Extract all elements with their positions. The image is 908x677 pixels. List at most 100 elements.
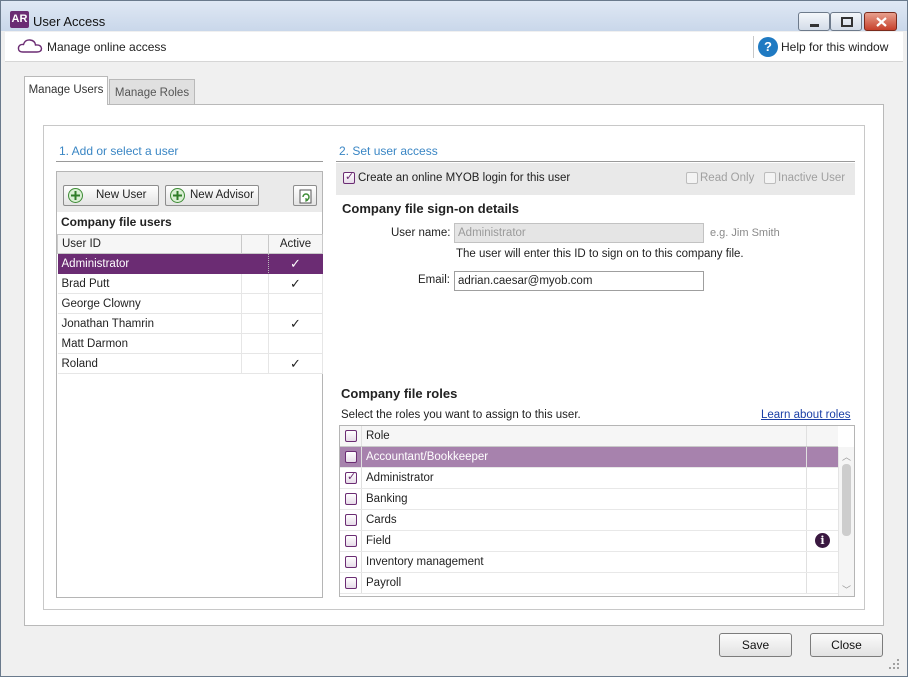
blank-cell [241,333,269,354]
close-window-button[interactable] [864,12,897,31]
email-label: Email: [418,274,450,286]
plus-icon [68,188,83,203]
table-row[interactable]: George Clowny [57,293,323,314]
new-user-button[interactable]: New User [63,185,159,206]
blank-cell [241,253,269,274]
role-checkbox[interactable] [345,514,357,526]
action-bar: Manage online access ? Help for this win… [5,32,903,62]
role-column-header[interactable]: Role [366,430,390,442]
blank-cell [241,273,269,294]
info-cell [806,468,838,488]
table-row[interactable]: Brad Putt ✓ [57,273,323,294]
maximize-button[interactable] [830,12,862,31]
role-checkbox[interactable] [345,493,357,505]
active-check: ✓ [268,273,323,294]
roles-table-header: Role [340,426,838,447]
role-checkbox[interactable] [345,556,357,568]
table-row[interactable]: Administrator ✓ [57,253,323,274]
role-name: Accountant/Bookkeeper [366,451,489,463]
signon-details-heading: Company file sign-on details [342,201,519,216]
username-input[interactable] [454,223,704,243]
refresh-users-button[interactable] [293,185,317,206]
check-cell [340,447,362,467]
username-label: User name: [391,227,451,239]
close-icon [876,17,887,27]
refresh-icon [299,189,312,204]
scrollbar-thumb[interactable] [842,464,851,536]
list-item[interactable]: Banking [340,489,838,510]
list-item[interactable]: Cards [340,510,838,531]
list-item[interactable]: Inventory management [340,552,838,573]
role-checkbox[interactable] [345,451,357,463]
learn-about-roles-link[interactable]: Learn about roles [761,409,851,421]
list-item[interactable]: Accountant/Bookkeeper [340,447,838,468]
set-user-access-heading: 2. Set user access [339,144,438,158]
table-row[interactable]: Matt Darmon [57,333,323,354]
scroll-down-icon[interactable]: ﹀ [842,583,851,596]
info-cell [806,510,838,530]
company-file-users-heading: Company file users [61,215,172,229]
list-item[interactable]: Payroll [340,573,838,594]
plus-icon [170,188,185,203]
user-id-column-header[interactable]: User ID [57,234,242,254]
check-cell: ✓ [340,468,362,488]
header-info-cell [806,426,838,446]
check-cell [340,510,362,530]
info-cell [806,447,838,467]
add-select-user-heading: 1. Add or select a user [59,144,179,158]
role-checkbox[interactable] [345,535,357,547]
list-item[interactable]: ✓ Administrator [340,468,838,489]
help-for-this-window-link[interactable]: Help for this window [781,40,888,54]
active-column-header[interactable]: Active [268,234,323,254]
roles-scrollbar[interactable]: ︿ ﹀ [838,447,854,596]
read-only-checkbox[interactable] [686,172,698,184]
info-icon[interactable]: i [815,533,830,548]
title-bar: AR User Access [1,1,907,31]
left-heading-rule [56,161,323,162]
active-check [268,293,323,314]
info-cell [806,573,838,593]
user-id-cell: Administrator [57,253,242,274]
email-input[interactable] [454,271,704,291]
scroll-up-icon[interactable]: ︿ [842,450,851,463]
username-note: The user will enter this ID to sign on t… [456,248,744,260]
role-name: Field [366,535,391,547]
tab-manage-users[interactable]: Manage Users [24,76,108,105]
user-id-cell: Roland [57,353,242,374]
role-checkbox[interactable] [345,577,357,589]
roles-note: Select the roles you want to assign to t… [341,409,581,421]
new-user-label: New User [96,189,147,201]
role-checkbox[interactable]: ✓ [345,471,357,484]
role-name: Cards [366,514,397,526]
new-advisor-button[interactable]: New Advisor [165,185,259,206]
table-row[interactable]: Jonathan Thamrin ✓ [57,313,323,334]
create-login-checkbox[interactable]: ✓ [343,171,355,184]
select-all-roles-checkbox[interactable] [345,430,357,442]
tab-manage-roles[interactable]: Manage Roles [109,79,195,106]
read-only-label: Read Only [700,172,755,184]
blank-column-header [241,234,269,254]
user-id-cell: Brad Putt [57,273,242,294]
user-id-cell: Jonathan Thamrin [57,313,242,334]
table-row[interactable]: Roland ✓ [57,353,323,374]
username-hint: e.g. Jim Smith [710,227,780,239]
active-check: ✓ [268,353,323,374]
list-item[interactable]: Field i [340,531,838,552]
resize-grip-icon[interactable] [887,657,901,671]
minimize-button[interactable] [798,12,830,31]
app-logo-icon: AR [10,11,29,28]
check-cell [340,489,362,509]
checkmark-icon: ✓ [345,171,355,183]
close-button[interactable]: Close [810,633,883,657]
active-check [268,333,323,354]
cloud-icon [17,39,43,53]
users-table: User ID Active Administrator ✓ Brad Putt… [57,234,323,374]
save-button[interactable]: Save [719,633,792,657]
inactive-user-checkbox[interactable] [764,172,776,184]
user-access-window: AR User Access Manage online access ? He… [0,0,908,677]
blank-cell [241,353,269,374]
info-cell [806,489,838,509]
checkmark-icon: ✓ [347,471,357,483]
manage-online-access-link[interactable]: Manage online access [47,40,166,54]
help-icon[interactable]: ? [758,37,778,57]
